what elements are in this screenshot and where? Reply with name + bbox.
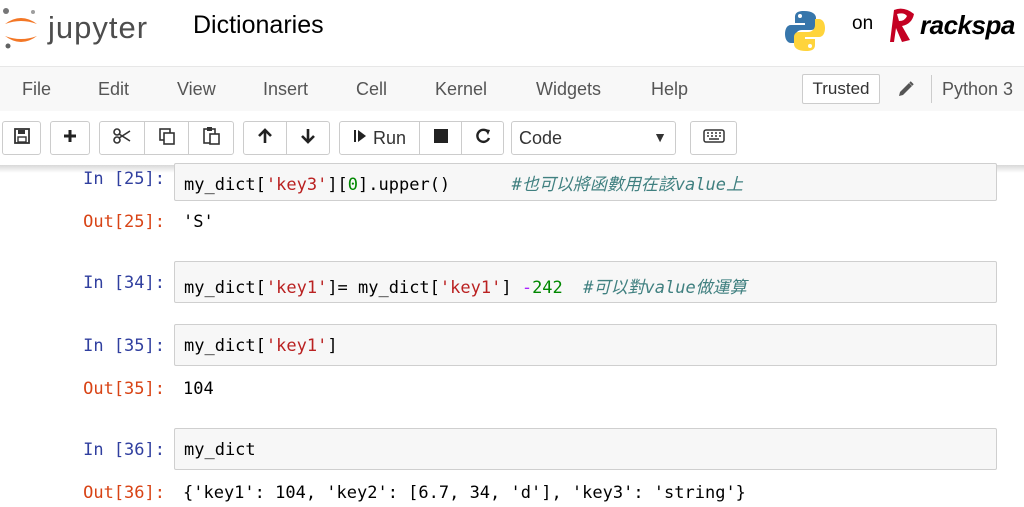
plus-icon: [62, 128, 78, 149]
cut-button[interactable]: [99, 121, 145, 155]
kernel-divider: [931, 75, 932, 103]
kernel-name[interactable]: Python 3: [942, 79, 1013, 100]
arrow-down-icon: [299, 127, 317, 150]
code-cell-input[interactable]: my_dict['key1']: [174, 324, 997, 366]
paste-button[interactable]: [188, 121, 234, 155]
menu-bar: File Edit View Insert Cell Kernel Widget…: [0, 66, 1024, 112]
jupyter-logo[interactable]: jupyter: [0, 6, 148, 50]
rackspace-text: rackspa: [920, 9, 1015, 40]
code-line: my_dict['key1']= my_dict['key1'] -242 #可…: [184, 278, 747, 298]
out-prompt: Out[35]:: [83, 379, 165, 399]
out-prompt: Out[25]:: [83, 212, 165, 232]
cell-output: 'S': [183, 212, 214, 232]
caret-down-icon: ▼: [653, 129, 667, 145]
menu-view[interactable]: View: [177, 79, 216, 100]
insert-cell-button[interactable]: [50, 121, 90, 155]
in-prompt: In [25]:: [83, 169, 165, 189]
jupyter-orbit-icon: [3, 8, 37, 49]
menu-insert[interactable]: Insert: [263, 79, 308, 100]
header: jupyter Dictionaries on rackspa: [0, 0, 1024, 60]
pencil-icon[interactable]: [897, 80, 915, 103]
restart-button[interactable]: [461, 121, 504, 155]
code-cell-input[interactable]: my_dict['key3'][0].upper() #也可以將函數用在該val…: [174, 163, 997, 201]
menu-edit[interactable]: Edit: [98, 79, 129, 100]
cell-output: {'key1': 104, 'key2': [6.7, 34, 'd'], 'k…: [183, 483, 746, 503]
menu-file[interactable]: File: [22, 79, 51, 100]
cell-type-select[interactable]: Code ▼: [511, 121, 676, 155]
in-prompt: In [34]:: [83, 273, 165, 293]
code-line: my_dict['key1']: [184, 336, 338, 356]
move-down-button[interactable]: [286, 121, 330, 155]
in-prompt: In [35]:: [83, 336, 165, 356]
on-label: on: [852, 13, 874, 34]
copy-icon: [157, 126, 177, 151]
stop-icon: [433, 128, 448, 148]
cell-output: 104: [183, 379, 214, 399]
scissors-icon: [112, 127, 132, 150]
code-line: my_dict: [184, 440, 256, 460]
python-logo-icon: [783, 9, 827, 58]
keyboard-icon: [702, 128, 725, 148]
save-icon: [13, 127, 31, 150]
save-button[interactable]: [2, 121, 41, 155]
interrupt-button[interactable]: [419, 121, 462, 155]
notebook-title[interactable]: Dictionaries: [193, 11, 324, 40]
menu-widgets[interactable]: Widgets: [536, 79, 601, 100]
command-palette-button[interactable]: [690, 121, 737, 155]
copy-button[interactable]: [144, 121, 189, 155]
paste-icon: [201, 126, 221, 151]
toolbar: Run Code ▼: [0, 111, 1024, 165]
run-label: Run: [372, 127, 407, 148]
cell-type-value: Code: [519, 128, 563, 148]
trusted-indicator[interactable]: Trusted: [802, 74, 880, 104]
jupyter-logo-text: jupyter: [48, 10, 149, 45]
rackspace-icon: [890, 8, 914, 43]
out-prompt: Out[36]:: [83, 483, 165, 503]
arrow-up-icon: [256, 127, 274, 150]
menu-kernel[interactable]: Kernel: [435, 79, 487, 100]
refresh-icon: [474, 127, 492, 150]
move-up-button[interactable]: [243, 121, 287, 155]
code-cell-input[interactable]: my_dict['key1']= my_dict['key1'] -242 #可…: [174, 261, 997, 303]
menu-cell[interactable]: Cell: [356, 79, 387, 100]
rackspace-logo: rackspa: [884, 6, 1015, 44]
run-button[interactable]: Run: [339, 121, 420, 155]
in-prompt: In [36]:: [83, 440, 165, 460]
code-line: my_dict['key3'][0].upper() #也可以將函數用在該val…: [184, 175, 743, 195]
step-forward-icon: [353, 128, 367, 149]
code-cell-input[interactable]: my_dict: [174, 428, 997, 470]
menu-help[interactable]: Help: [651, 79, 688, 100]
